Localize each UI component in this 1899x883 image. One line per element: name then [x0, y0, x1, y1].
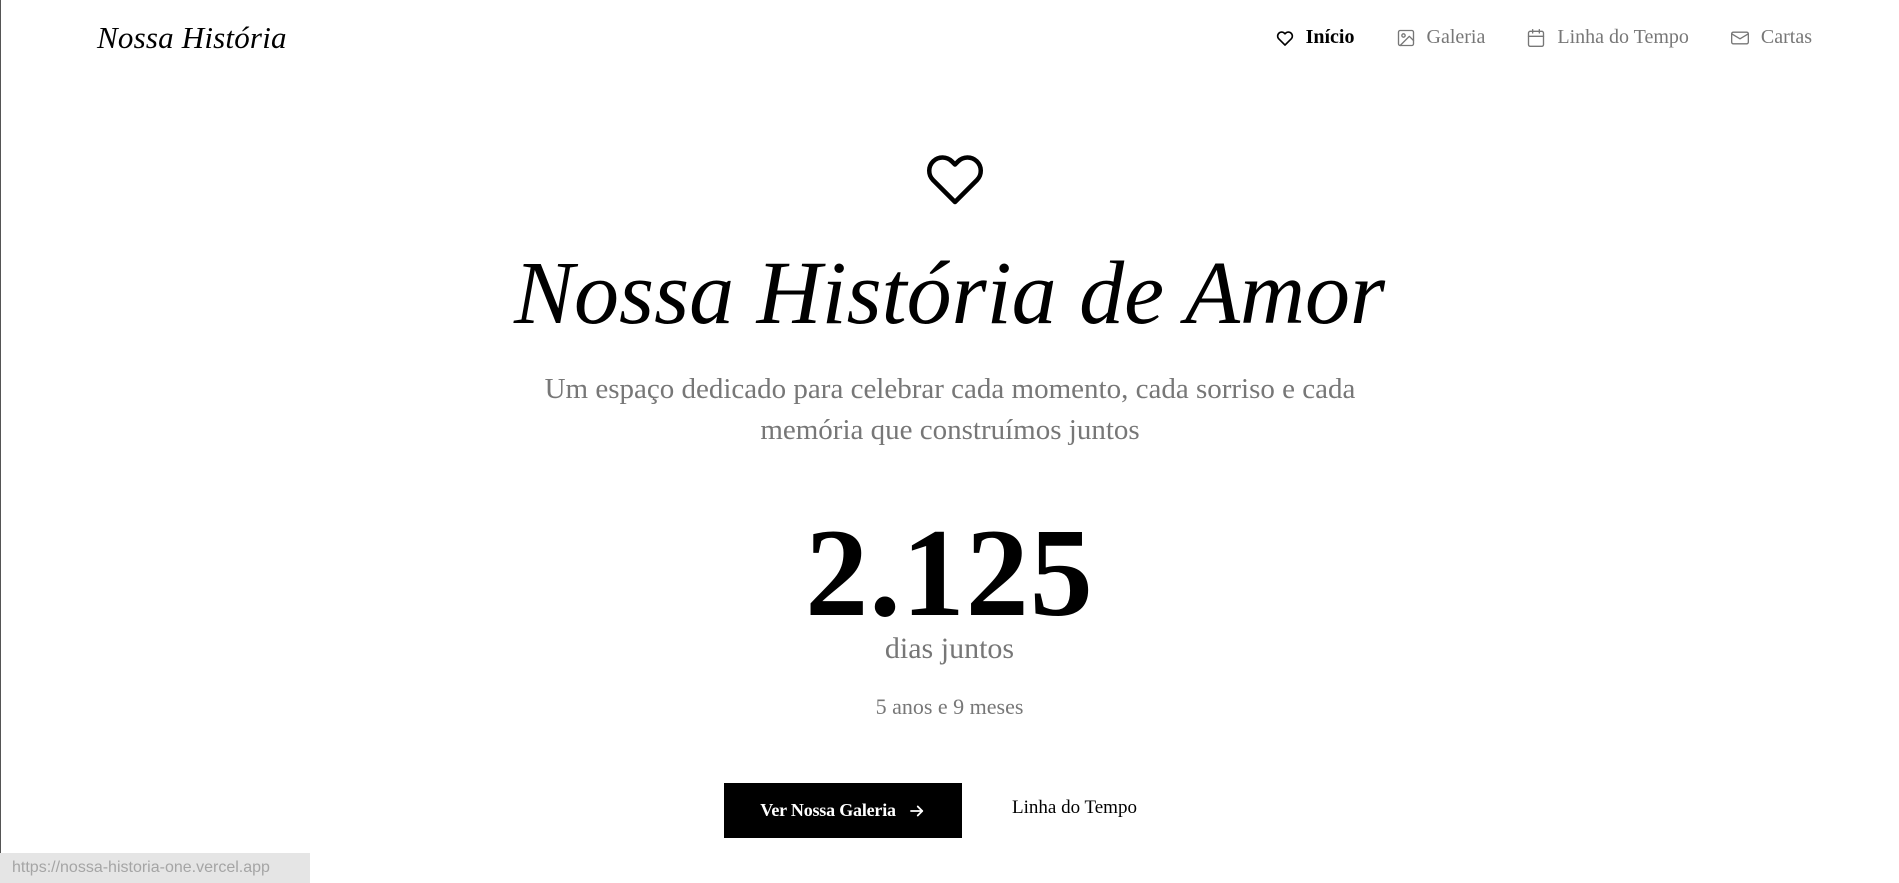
brand-logo[interactable]: Nossa História: [97, 20, 287, 56]
timeline-link[interactable]: Linha do Tempo: [1012, 797, 1137, 819]
nav-item-linha-do-tempo[interactable]: Linha do Tempo: [1526, 26, 1689, 49]
heart-icon: [1275, 28, 1295, 48]
nav-item-cartas[interactable]: Cartas: [1730, 26, 1812, 49]
nav-item-label: Início: [1305, 26, 1355, 48]
nav-item-inicio[interactable]: Início: [1275, 26, 1355, 49]
view-gallery-button[interactable]: Ver Nossa Galeria: [724, 783, 962, 838]
nav-item-galeria[interactable]: Galeria: [1396, 26, 1486, 49]
arrow-right-icon: [908, 802, 926, 820]
duration-text: 5 anos e 9 meses: [875, 694, 1024, 719]
main-nav: Início Galeria Linha do Tempo Cartas: [1275, 26, 1812, 49]
nav-item-label: Linha do Tempo: [1557, 26, 1689, 48]
mail-icon: [1730, 28, 1750, 48]
nav-item-label: Galeria: [1426, 26, 1486, 48]
calendar-icon: [1526, 28, 1546, 48]
days-counter: 2.125: [805, 504, 1094, 643]
window-edge: [0, 0, 1, 883]
page-title: Nossa História de Amor: [514, 244, 1385, 343]
days-counter-label: dias juntos: [884, 632, 1015, 665]
image-icon: [1396, 28, 1416, 48]
view-gallery-label: Ver Nossa Galeria: [760, 800, 896, 820]
hero-subtitle: Um espaço dedicado para celebrar cada mo…: [544, 373, 1356, 446]
nav-item-label: Cartas: [1760, 26, 1812, 48]
status-bar-url: https://nossa-historia-one.vercel.app: [0, 853, 310, 883]
heart-icon: [925, 150, 985, 208]
